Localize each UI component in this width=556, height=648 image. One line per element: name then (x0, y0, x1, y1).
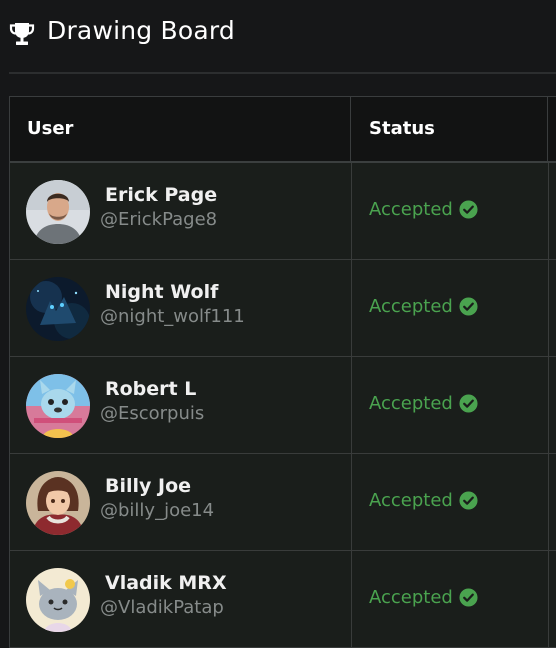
page-title: Drawing Board (47, 16, 235, 45)
user-cell: Billy Joe @billy_joe14 (10, 454, 352, 550)
status-cell: Accepted (352, 454, 549, 550)
user-cell: Night Wolf @night_wolf111 (10, 260, 352, 356)
table-header: User Status (10, 97, 556, 163)
status-label: Accepted (369, 296, 453, 317)
check-circle-icon (459, 297, 478, 316)
status-badge: Accepted (369, 393, 478, 414)
status-cell: Accepted (352, 163, 549, 259)
status-label: Accepted (369, 587, 453, 608)
status-cell: Accepted (352, 357, 549, 453)
user-name: Billy Joe (105, 475, 192, 497)
user-cell: Vladik MRX @VladikPatap (10, 551, 352, 647)
avatar[interactable] (26, 180, 90, 244)
trophy-icon (9, 23, 35, 45)
user-handle: @billy_joe14 (100, 500, 215, 521)
table-row[interactable]: Billy Joe @billy_joe14 Accepted (10, 454, 556, 551)
header-divider (9, 72, 556, 74)
column-header-user[interactable]: User (10, 97, 351, 161)
table-row[interactable]: Robert L @Escorpuis Accepted (10, 357, 556, 454)
user-name: Night Wolf (105, 281, 219, 303)
check-circle-icon (459, 588, 478, 607)
user-handle: @night_wolf111 (100, 306, 245, 327)
user-name: Vladik MRX (105, 572, 227, 594)
table-row[interactable]: Night Wolf @night_wolf111 Accepted (10, 260, 556, 357)
avatar[interactable] (26, 568, 90, 632)
user-cell: Erick Page @ErickPage8 (10, 163, 352, 259)
status-badge: Accepted (369, 587, 478, 608)
user-name: Robert L (105, 378, 197, 400)
status-badge: Accepted (369, 199, 478, 220)
user-handle: @ErickPage8 (100, 209, 218, 230)
column-header-status[interactable]: Status (352, 97, 548, 161)
check-circle-icon (459, 200, 478, 219)
status-badge: Accepted (369, 296, 478, 317)
table-row[interactable]: Vladik MRX @VladikPatap Accepted (10, 551, 556, 648)
user-name: Erick Page (105, 184, 218, 206)
user-handle: @VladikPatap (100, 597, 224, 618)
check-circle-icon (459, 491, 478, 510)
status-label: Accepted (369, 199, 453, 220)
status-badge: Accepted (369, 490, 478, 511)
status-label: Accepted (369, 393, 453, 414)
user-handle: @Escorpuis (100, 403, 205, 424)
user-cell: Robert L @Escorpuis (10, 357, 352, 453)
page-header: Drawing Board (0, 0, 556, 74)
status-label: Accepted (369, 490, 453, 511)
avatar[interactable] (26, 277, 90, 341)
users-table: User Status Erick Page @ErickPage8 Accep… (9, 96, 556, 648)
avatar[interactable] (26, 471, 90, 535)
check-circle-icon (459, 394, 478, 413)
avatar[interactable] (26, 374, 90, 438)
status-cell: Accepted (352, 551, 549, 647)
status-cell: Accepted (352, 260, 549, 356)
table-row[interactable]: Erick Page @ErickPage8 Accepted (10, 163, 556, 260)
